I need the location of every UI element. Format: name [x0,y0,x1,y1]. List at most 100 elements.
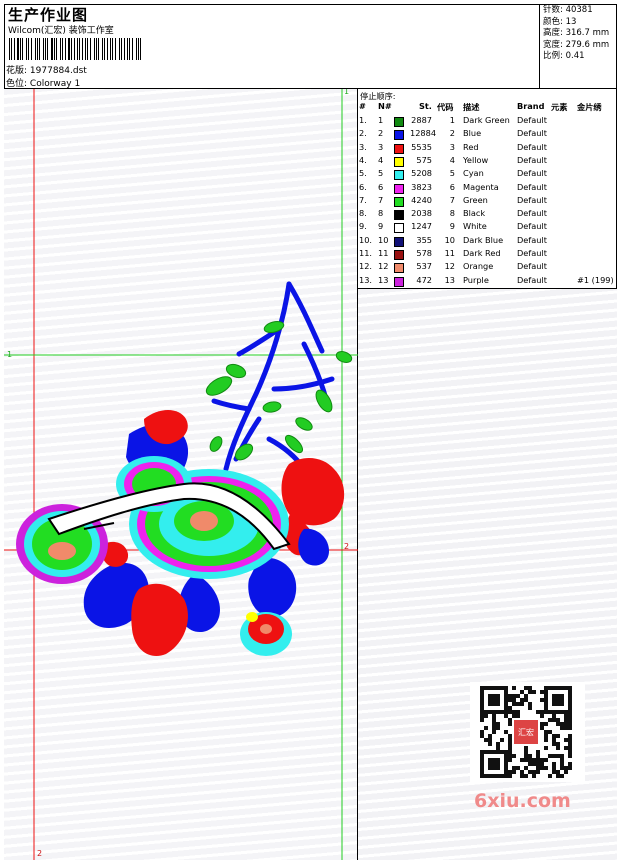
table-row[interactable]: 12. 12 537 12 Orange Default [358,261,617,274]
row-description: Yellow [463,154,489,165]
table-row[interactable]: 9. 9 1247 9 White Default [358,221,617,234]
table-row[interactable]: 1. 1 2887 1 Dark Green Default [358,115,617,128]
table-row[interactable]: 7. 7 4240 7 Green Default [358,195,617,208]
qr-module [536,710,540,714]
qr-module [492,730,496,734]
colorway-line: 色位: Colorway 1 [6,76,80,89]
barcode [9,38,144,60]
guide-label-v2: 2 [37,849,42,858]
row-description: Red [463,141,479,152]
barcode-bar [101,38,103,60]
qr-module [496,746,500,750]
qr-module [568,746,572,750]
qr-module [480,730,484,734]
table-row[interactable]: 8. 8 2038 8 Black Default [358,208,617,221]
qr-module [556,746,560,750]
row-stitches: 1247 [411,221,432,232]
qr-module [532,690,536,694]
row-code: 2 [449,128,455,139]
qr-module [504,714,508,718]
qr-module [488,742,492,746]
qr-module [536,770,540,774]
table-row[interactable]: 4. 4 575 4 Yellow Default [358,155,617,168]
table-row[interactable]: 6. 6 3823 6 Magenta Default [358,182,617,195]
barcode-bar [129,38,130,60]
row-code: 10 [444,234,455,245]
stat-stitches: 针数: 40381 [543,5,593,15]
row-stitches: 575 [416,154,432,165]
barcode-bar [68,38,70,60]
qr-module [560,762,564,766]
qr-module [512,686,516,690]
qr-module [568,738,572,742]
qr-module [560,722,564,726]
qr-module [528,706,532,710]
barcode-bar [86,38,89,60]
stop-sequence-table: 停止顺序: # N# St. 代码 描述 Brand 元素 金片绣 1. 1 288… [358,89,617,289]
design-preview[interactable]: 1 1 2 2 [4,89,358,860]
row-stitches: 537 [416,261,432,272]
barcode-bar [35,38,36,60]
row-needle: 2 [378,128,384,139]
barcode-bar [13,38,15,60]
barcode-bar [140,38,142,60]
table-row[interactable]: 11. 11 578 11 Dark Red Default [358,248,617,261]
qr-module [556,722,560,726]
qr-module [568,762,572,766]
barcode-bar [51,38,53,60]
row-brand: Default [517,154,547,165]
row-description: Dark Blue [463,234,504,245]
qr-module [528,686,532,690]
qr-module [564,766,568,770]
qr-module [512,710,516,714]
barcode-bar [137,38,139,60]
row-index: 7. [359,194,367,205]
qr-module [524,694,528,698]
col-needle: N# [378,101,392,111]
row-description: Dark Red [463,248,501,258]
qr-module [524,686,528,690]
barcode-bar [56,38,57,60]
table-row[interactable]: 3. 3 5535 3 Red Default [358,142,617,155]
qr-module [484,726,488,730]
qr-module [536,754,540,758]
row-needle: 10 [378,234,389,245]
table-row[interactable]: 10. 10 355 10 Dark Blue Default [358,235,617,248]
col-description: 描述 [463,102,480,112]
qr-module [508,734,512,738]
qr-module [540,758,544,762]
row-stitches: 12884 [410,128,437,139]
table-row[interactable]: 5. 5 5208 5 Cyan Default [358,168,617,181]
row-description: Cyan [463,168,484,179]
barcode-bar [11,38,12,60]
row-brand: Default [517,115,547,125]
qr-module [508,722,512,726]
qr-module [508,746,512,750]
table-row[interactable]: 13. 13 472 13 Purple Default #1 (199) [358,275,617,288]
barcode-bar [123,38,125,60]
col-sequin: 金片绣 [577,102,602,112]
row-description: Magenta [463,181,499,192]
stat-colors: 颜色: 13 [543,16,577,27]
color-swatch [394,117,404,127]
row-description: Green [463,194,488,205]
qr-module [492,714,496,718]
qr-module [480,718,484,722]
qr-module [556,754,560,758]
row-stitches: 5208 [411,168,432,179]
guide-label-h2: 2 [344,542,349,551]
qr-module [560,774,564,778]
qr-module [568,726,572,730]
row-index: 8. [359,208,367,219]
qr-module [564,738,568,742]
color-swatch [394,130,404,141]
qr-module [568,742,572,746]
color-swatch [394,170,404,181]
table-row[interactable]: 2. 2 12884 2 Blue Default [358,128,617,141]
qr-module [556,770,560,774]
qr-module [544,746,548,750]
qr-module [568,714,572,718]
qr-module [552,714,556,718]
seal-text: 汇宏 [518,727,534,737]
row-code: 13 [444,274,455,285]
